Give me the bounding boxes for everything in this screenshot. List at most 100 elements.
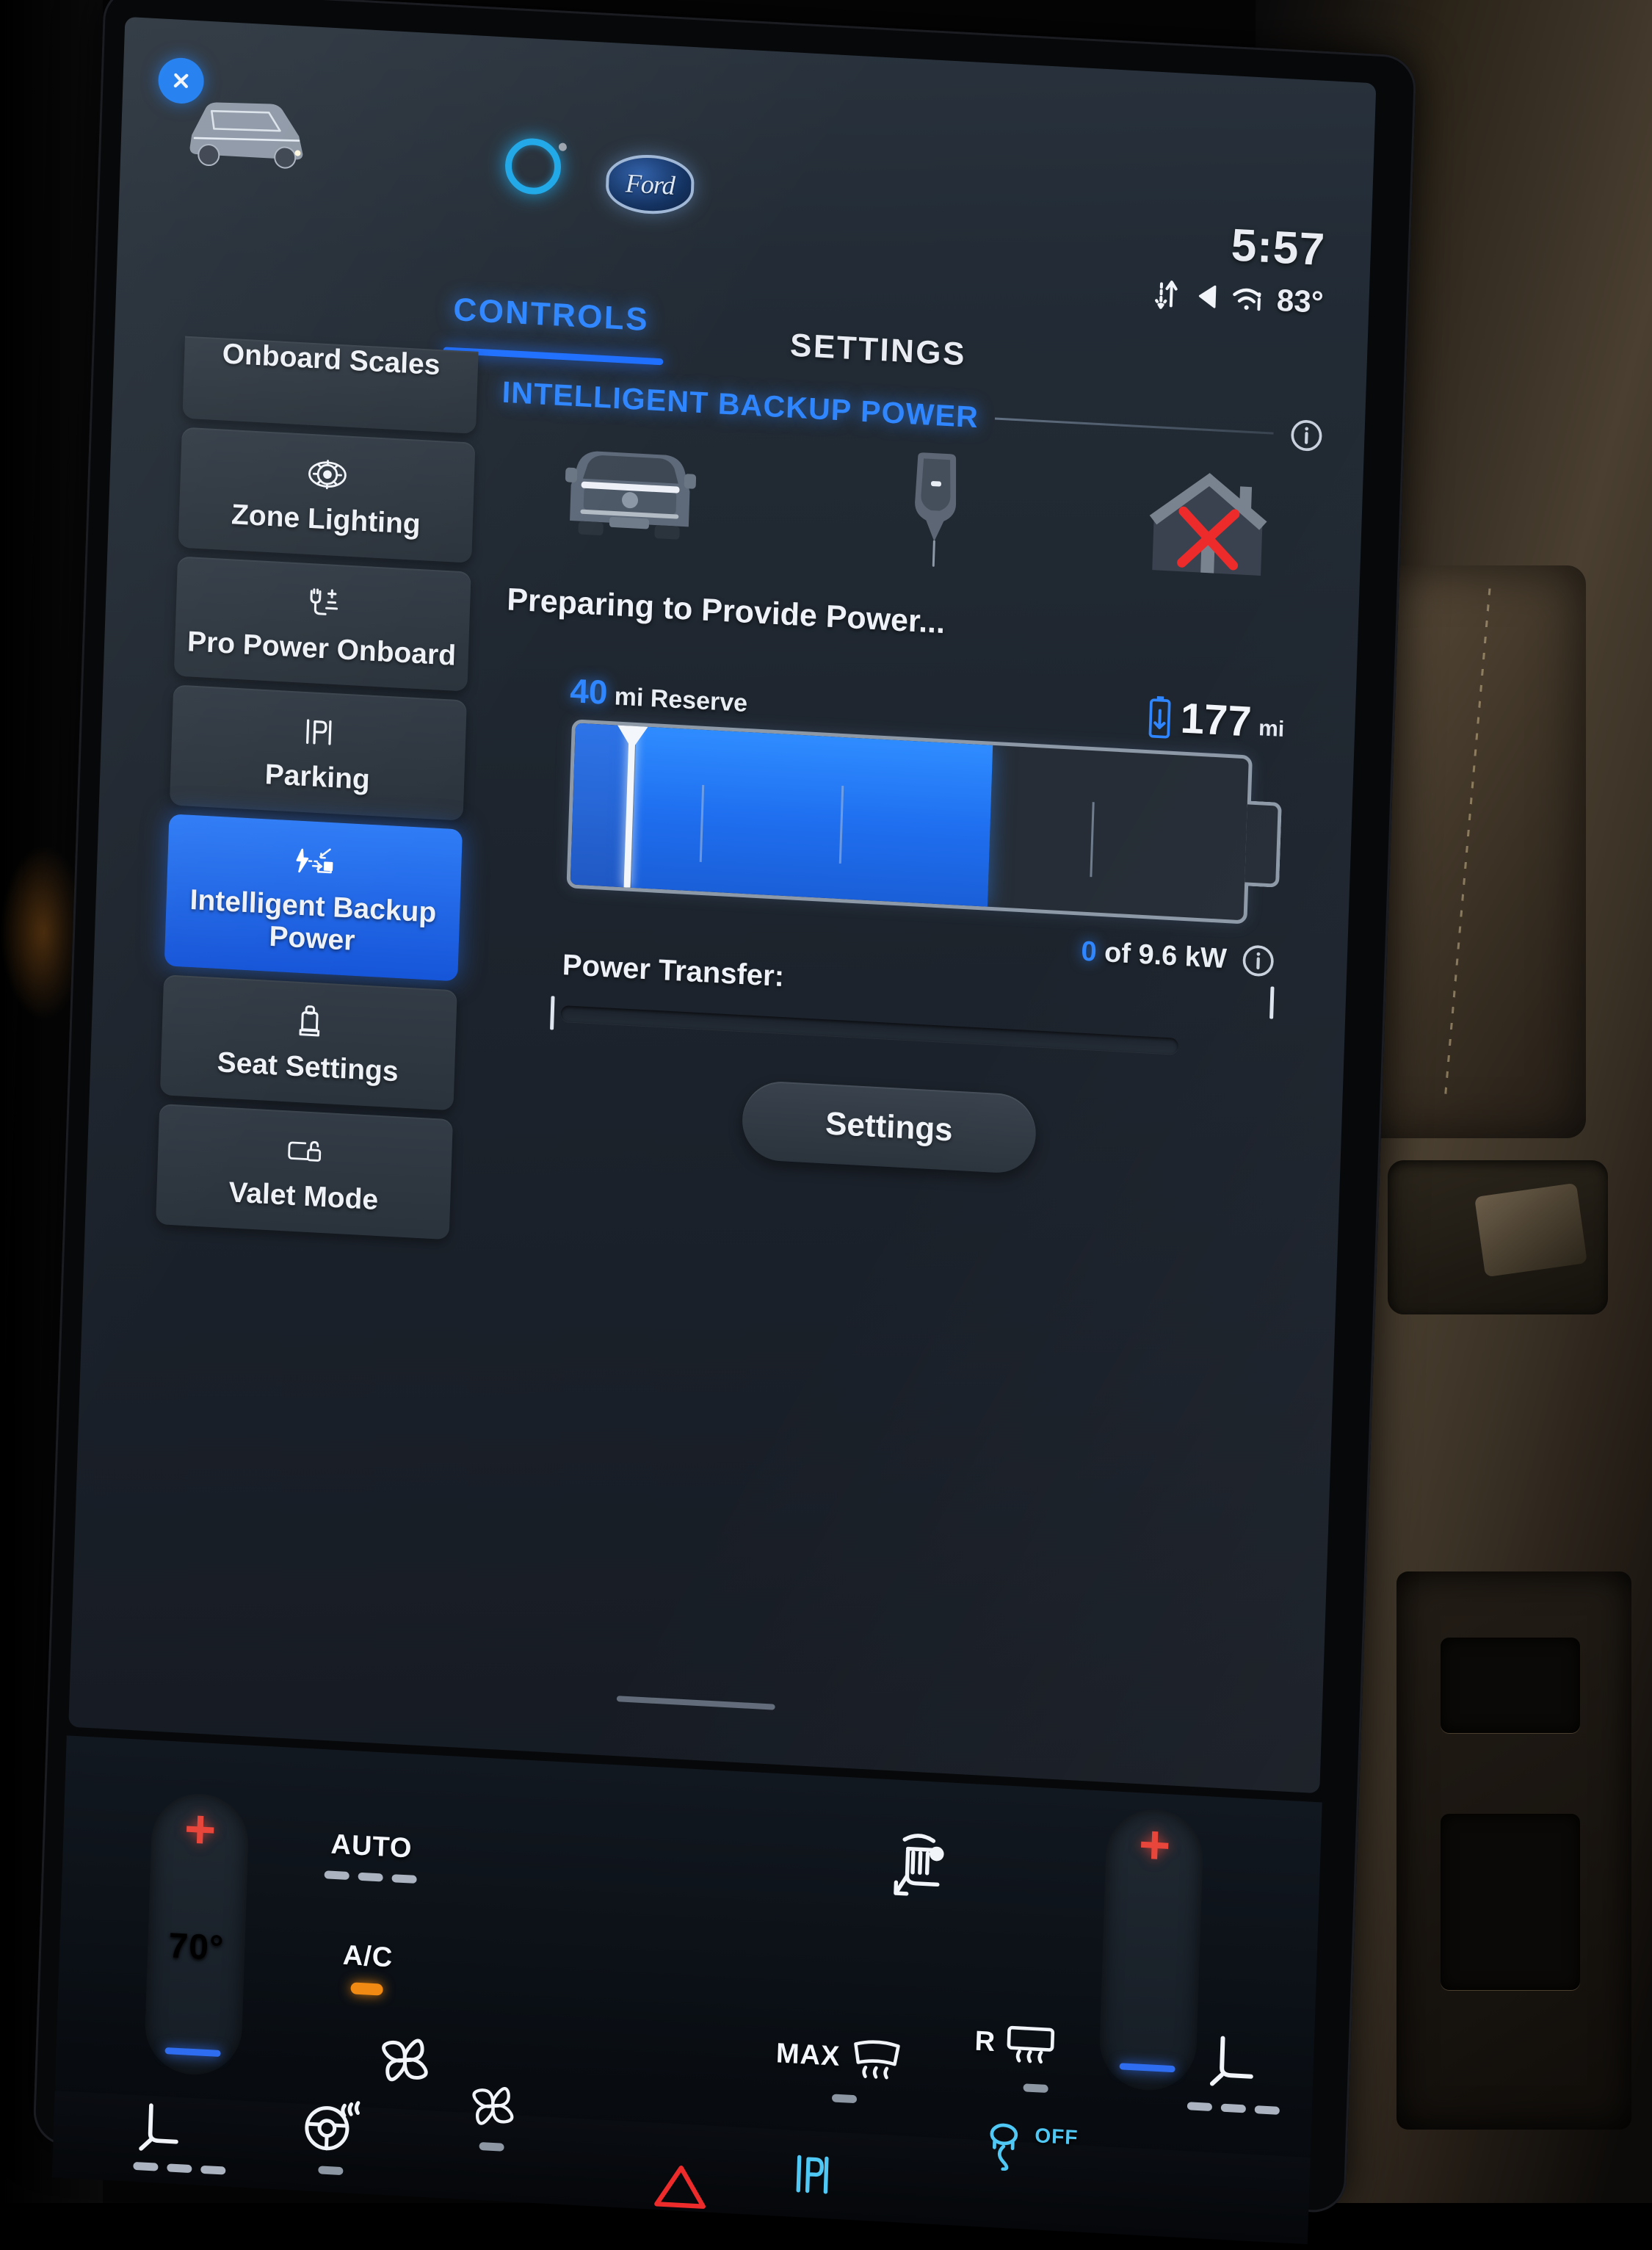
sidebar-item-onboard-scales[interactable]: Onboard Scales <box>182 336 479 434</box>
heated-steering-wheel-button[interactable] <box>302 2098 361 2176</box>
zone-lighting-icon <box>187 444 468 505</box>
range-unit: mi <box>1258 716 1285 742</box>
seat-icon <box>139 2103 178 2151</box>
data-transfer-icon <box>1155 281 1178 309</box>
rear-defrost-indicator <box>1023 2083 1048 2094</box>
sidebar-item-intelligent-backup-power[interactable]: Intelligent Backup Power <box>164 814 463 982</box>
alexa-ring-icon[interactable] <box>504 137 562 196</box>
reserve-unit: mi Reserve <box>614 682 748 717</box>
fan-speed-indicator <box>297 1869 444 1885</box>
battery-tick <box>838 785 844 864</box>
sidebar-item-parking[interactable]: Parking <box>169 684 467 821</box>
fan-icon <box>382 2039 428 2082</box>
reserve-value: 40 <box>569 671 609 712</box>
reserve-label: 40 mi Reserve <box>569 670 748 720</box>
fan-button[interactable] <box>363 2033 446 2092</box>
driver-temperature-stepper[interactable]: + 70° <box>143 1791 250 2077</box>
traction-control-button[interactable]: OFF <box>985 2121 1079 2175</box>
power-transfer-max: of 9.6 kW <box>1104 936 1228 974</box>
battery-gauge <box>566 719 1283 925</box>
sidebar-item-zone-lighting[interactable]: Zone Lighting <box>178 427 476 563</box>
intelligent-backup-power-icon <box>175 831 455 892</box>
pro-power-onboard-icon <box>183 573 463 634</box>
sidebar-item-valet-mode[interactable]: Valet Mode <box>155 1104 453 1240</box>
vehicle-thumbnail[interactable] <box>159 76 338 177</box>
brand-text: Ford <box>625 168 675 200</box>
auto-label: AUTO <box>330 1828 413 1864</box>
battery-terminal <box>1245 800 1282 888</box>
heated-seat-button[interactable] <box>866 1827 979 1916</box>
outside-temperature: 83° <box>1276 282 1325 320</box>
auto-button[interactable]: AUTO <box>297 1827 446 1885</box>
parking-icon <box>796 2155 829 2194</box>
lcd-screen: Ford 5:57 83° CONTROLS SETTINGS Onboard … <box>68 16 1377 1794</box>
park-indicator <box>791 2151 833 2202</box>
ac-on-indicator <box>350 1982 383 1996</box>
header-divider <box>994 417 1274 435</box>
settings-button[interactable]: Settings <box>741 1079 1037 1175</box>
power-transfer-current: 0 <box>1080 936 1098 968</box>
alexa-indicator-dot <box>558 142 568 151</box>
home-disconnected-icon <box>1146 467 1271 584</box>
sidebar-item-label: Valet Mode <box>228 1176 379 1217</box>
hazard-triangle-icon <box>654 2166 706 2209</box>
heated-seat-icon <box>894 1834 944 1896</box>
tab-settings[interactable]: SETTINGS <box>789 328 966 374</box>
steering-heat-indicator <box>318 2166 344 2176</box>
hazard-button[interactable] <box>653 2161 708 2216</box>
navigation-arrow-icon <box>1199 285 1217 308</box>
driver-temp-decrease[interactable] <box>164 2047 221 2058</box>
sidebar-item-label: Zone Lighting <box>231 499 421 540</box>
sidebar-item-label: Seat Settings <box>217 1046 399 1088</box>
battery-range-icon <box>1148 695 1171 739</box>
rear-defrost-button[interactable]: R <box>974 2021 1130 2070</box>
power-outlet-panel <box>1396 1571 1631 2130</box>
sidebar-item-label: Intelligent Backup Power <box>189 883 437 957</box>
sidebar-item-pro-power-onboard[interactable]: Pro Power Onboard <box>173 556 471 692</box>
sidebar-item-seat-settings[interactable]: Seat Settings <box>159 974 457 1111</box>
range-readout: 177 mi <box>1146 692 1286 748</box>
seat-settings-icon <box>169 991 449 1053</box>
battery-body <box>566 719 1253 925</box>
max-defrost-button[interactable]: MAX <box>775 2032 946 2083</box>
ford-oval-logo: Ford <box>605 152 695 217</box>
drawer-handle[interactable] <box>616 1696 775 1710</box>
scale-tick-min <box>1269 986 1275 1019</box>
truck-front-icon <box>565 451 697 540</box>
controls-sidebar: Onboard Scales Zone Lighting Pro Power O… <box>155 336 479 1248</box>
tab-controls[interactable]: CONTROLS <box>453 292 650 339</box>
max-defrost-label: MAX <box>775 2037 841 2072</box>
seat-button[interactable] <box>133 2099 228 2175</box>
info-icon[interactable] <box>1289 417 1324 452</box>
outlet-12v <box>1441 1638 1580 1733</box>
status-text: Preparing to Provide Power... <box>506 582 946 641</box>
passenger-heated-seat-button[interactable] <box>1178 2029 1291 2116</box>
power-transfer-value: 0 of 9.6 kW <box>1081 936 1228 975</box>
max-defrost-indicator <box>831 2094 858 2104</box>
ac-button[interactable]: A/C <box>300 1938 434 1999</box>
heated-steering-wheel-icon <box>305 2101 361 2151</box>
seat-heat-level <box>1178 2102 1289 2116</box>
settings-button-label: Settings <box>825 1105 954 1148</box>
info-icon[interactable] <box>1241 943 1275 978</box>
ac-label: A/C <box>342 1939 394 1974</box>
battery-charge-fill <box>631 726 993 907</box>
sidebar-item-label: Pro Power Onboard <box>186 625 457 672</box>
fan-button-bottom[interactable] <box>464 2080 521 2152</box>
range-value: 177 <box>1179 694 1253 746</box>
infotainment-display: Ford 5:57 83° CONTROLS SETTINGS Onboard … <box>32 0 1417 2245</box>
status-bar: 5:57 83° <box>1153 219 1326 320</box>
clock: 5:57 <box>1230 220 1326 276</box>
traction-off-label: OFF <box>1034 2124 1079 2149</box>
power-transfer-label: Power Transfer: <box>562 948 785 993</box>
seat-icon <box>1209 2036 1253 2086</box>
driver-temp-value: 70° <box>167 1926 225 1969</box>
fan-icon <box>472 2087 514 2125</box>
valet-mode-icon <box>165 1121 446 1182</box>
driver-temp-increase[interactable]: + <box>184 1798 217 1860</box>
rear-defrost-icon <box>1007 2025 1055 2064</box>
vent-blade <box>1474 1182 1587 1278</box>
intelligent-backup-power-panel: INTELLIGENT BACKUP POWER Preparing to Pr… <box>477 375 1324 1189</box>
passenger-temp-increase[interactable]: + <box>1138 1813 1172 1875</box>
rear-defrost-label: R <box>974 2025 996 2058</box>
